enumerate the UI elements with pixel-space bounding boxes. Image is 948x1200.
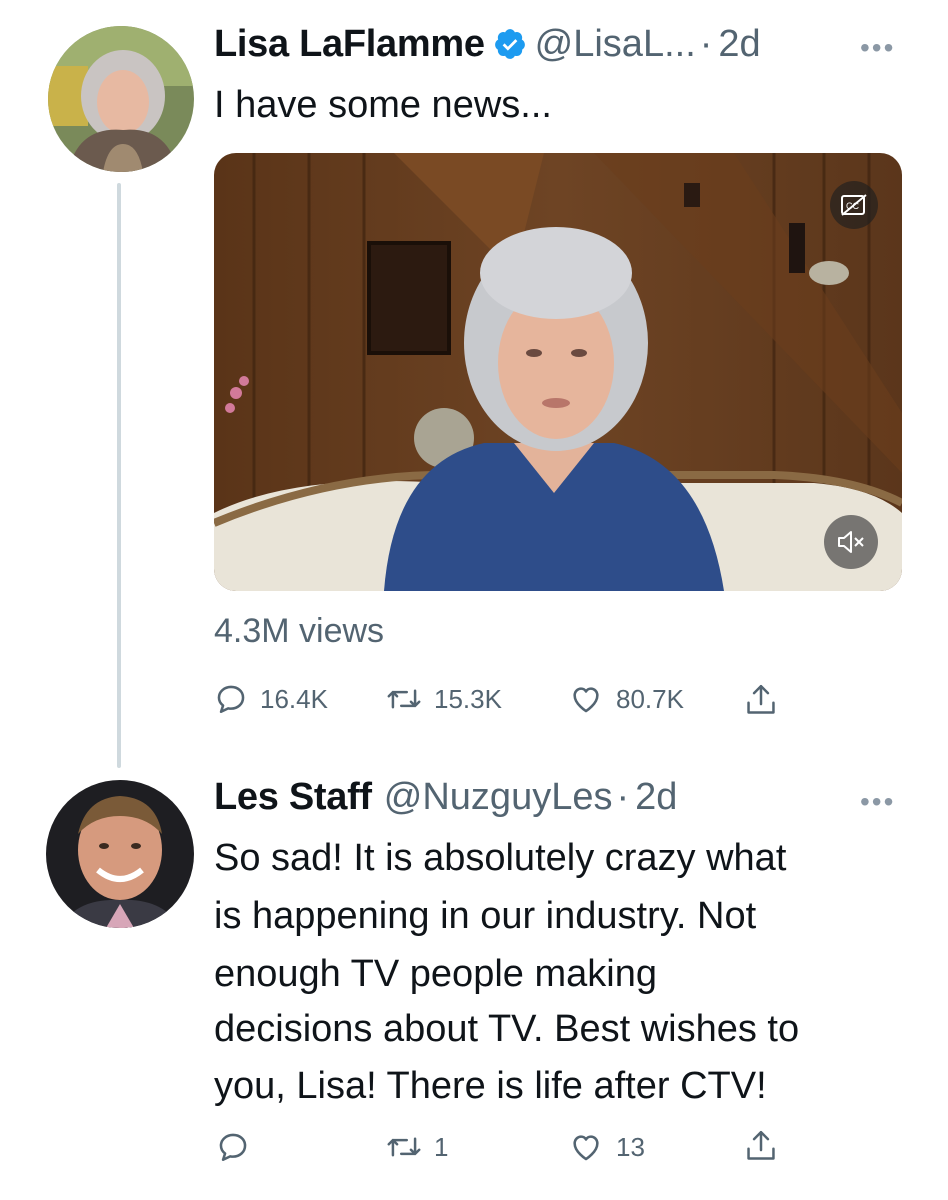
lisa-avatar[interactable] (48, 26, 194, 172)
reply-text-line: So sad! It is absolutely crazy what (214, 837, 787, 879)
heart-icon (573, 1135, 599, 1161)
reply-share-button[interactable] (744, 1128, 778, 1164)
more-options-icon[interactable]: ••• (860, 32, 895, 64)
reply-icon (217, 685, 245, 714)
thread-connector-line (117, 183, 121, 768)
reply-icon (219, 1133, 247, 1162)
verified-badge-icon (493, 27, 527, 61)
retweet-icon (387, 689, 421, 709)
closed-captions-icon: CC (841, 194, 867, 216)
share-icon (747, 1130, 775, 1160)
reply-reply-button[interactable] (216, 1130, 250, 1164)
reply-separator-dot: · (616, 776, 630, 818)
reply-button[interactable]: 16.4K (214, 682, 328, 716)
share-button[interactable] (744, 682, 778, 718)
reply-like-button[interactable]: 13 (568, 1130, 645, 1164)
video-player[interactable]: CC (214, 153, 902, 591)
closed-captions-button[interactable]: CC (830, 181, 878, 229)
like-button[interactable]: 80.7K (568, 682, 684, 716)
share-icon (747, 684, 775, 714)
separator-dot: · (699, 23, 713, 65)
unmute-button[interactable] (824, 515, 878, 569)
timestamp[interactable]: 2d (718, 23, 760, 66)
les-avatar[interactable] (46, 780, 194, 928)
reply-retweet-count: 1 (434, 1131, 449, 1162)
author-handle[interactable]: @LisaL... (535, 23, 696, 66)
tweet-text: I have some news... (214, 84, 552, 126)
reply-text-line: is happening in our industry. Not (214, 895, 757, 937)
muted-speaker-icon (838, 531, 864, 553)
reply-author-name[interactable]: Les Staff (214, 776, 372, 819)
retweet-icon (387, 1137, 421, 1157)
heart-icon (573, 687, 599, 713)
author-name[interactable]: Lisa LaFlamme (214, 23, 485, 66)
reply-retweet-button[interactable]: 1 (386, 1130, 448, 1164)
like-count: 80.7K (616, 683, 684, 714)
retweet-button[interactable]: 15.3K (386, 682, 502, 716)
reply-text-line: you, Lisa! There is life after CTV! (214, 1065, 767, 1107)
tweet-header: Lisa LaFlamme @LisaL... · 2d (214, 22, 761, 66)
view-count: 4.3M views (214, 612, 385, 650)
reply-count: 16.4K (260, 683, 328, 714)
reply-author-handle[interactable]: @NuzguyLes (384, 776, 613, 819)
reply-more-options-icon[interactable]: ••• (860, 786, 895, 818)
reply-timestamp[interactable]: 2d (635, 776, 677, 819)
video-frame (214, 153, 902, 591)
reply-text-line: enough TV people making (214, 953, 657, 995)
reply-text-line: decisions about TV. Best wishes to (214, 1008, 800, 1050)
reply-header: Les Staff @NuzguyLes · 2d (214, 776, 677, 819)
retweet-count: 15.3K (434, 683, 502, 714)
reply-like-count: 13 (616, 1131, 645, 1162)
